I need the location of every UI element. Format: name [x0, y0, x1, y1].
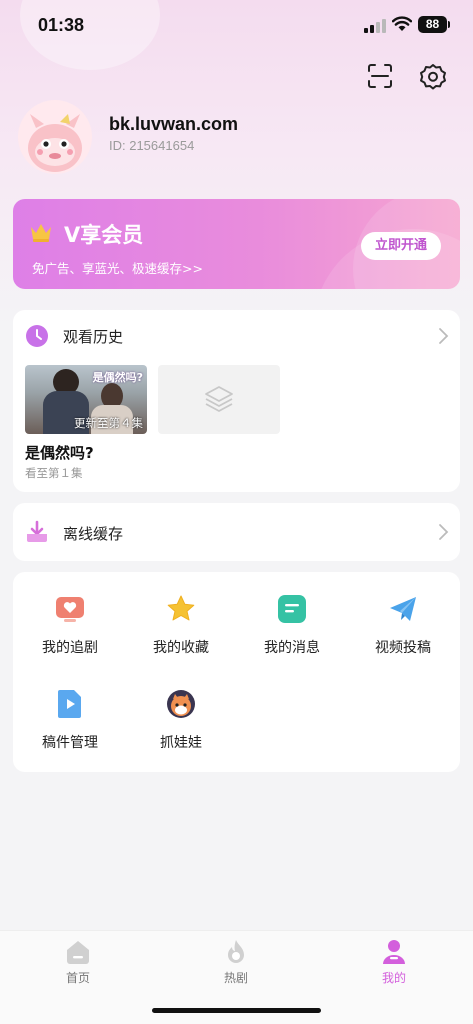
cartoon-avatar-icon [28, 114, 82, 172]
grid-item-label: 我的收藏 [153, 640, 209, 656]
star-icon [167, 595, 195, 621]
home-icon [67, 941, 89, 964]
grid-item-label: 我的消息 [264, 640, 320, 656]
grid-item-claw-machine[interactable]: 抓娃娃 [126, 689, 236, 769]
status-time: 01:38 [38, 15, 85, 35]
user-icon [383, 940, 405, 964]
status-bar: 01:38 88 [0, 0, 473, 52]
thumbnail-title: 是偶然吗? [92, 371, 143, 384]
watch-history-title[interactable]: 观看历史 [63, 326, 123, 347]
chevron-right-icon[interactable] [437, 523, 449, 541]
user-id: ID: 215641654 [109, 138, 195, 153]
crown-icon [31, 224, 51, 242]
watch-history-card: 观看历史 是偶然吗? 更新至第４集 是偶然吗? 看至第１集 [13, 310, 460, 492]
grid-item-my-drama[interactable]: 我的追剧 [15, 594, 125, 674]
battery-indicator: 88 [418, 16, 450, 33]
activate-vip-button[interactable]: 立即开通 [361, 232, 441, 260]
tab-label: 热剧 [223, 971, 248, 985]
history-placeholder[interactable] [158, 365, 280, 434]
wifi-icon [392, 16, 412, 31]
avatar[interactable] [18, 100, 92, 174]
show-title[interactable]: 是偶然吗? [25, 442, 94, 463]
episode-badge: 更新至第４集 [74, 416, 143, 430]
offline-cache-title: 离线缓存 [63, 525, 124, 543]
chevron-right-icon[interactable] [437, 327, 449, 345]
gear-icon[interactable] [419, 62, 447, 90]
download-icon [27, 520, 47, 542]
tab-mine[interactable]: 我的 [354, 939, 434, 989]
username: bk.luvwan.com [109, 114, 239, 134]
vip-title: V享会员 [64, 223, 144, 247]
grid-item-favorites[interactable]: 我的收藏 [126, 594, 236, 674]
feature-grid: 我的追剧 我的收藏 我的消息 视频投稿 稿件管理 抓娃娃 [13, 572, 460, 772]
home-indicator[interactable] [152, 1008, 321, 1013]
grid-item-label: 抓娃娃 [160, 735, 202, 751]
tab-home[interactable]: 首页 [38, 939, 118, 989]
history-thumbnail[interactable]: 是偶然吗? 更新至第４集 [25, 365, 147, 434]
grid-item-messages[interactable]: 我的消息 [237, 594, 347, 674]
vip-subtitle[interactable]: 免广告、享蓝光、极速缓存>> [32, 258, 203, 277]
message-icon [278, 595, 306, 623]
vip-banner[interactable]: V享会员 免广告、享蓝光、极速缓存>> 立即开通 [13, 199, 460, 289]
video-file-icon [58, 690, 81, 718]
tab-label: 首页 [65, 971, 90, 985]
clock-icon [26, 325, 48, 347]
grid-item-label: 稿件管理 [42, 735, 98, 751]
layers-icon [205, 386, 233, 412]
signal-icon [364, 19, 386, 33]
tab-hot-drama[interactable]: 热剧 [196, 939, 276, 989]
offline-cache-row[interactable]: 离线缓存 [13, 503, 460, 561]
grid-item-label: 视频投稿 [375, 640, 431, 656]
watch-progress: 看至第１集 [25, 466, 83, 480]
paper-plane-icon [390, 597, 416, 621]
tab-label: 我的 [381, 971, 406, 985]
tv-heart-icon [56, 597, 84, 622]
grid-item-manuscript[interactable]: 稿件管理 [15, 689, 125, 769]
grid-item-label: 我的追剧 [42, 640, 98, 656]
flame-icon [228, 940, 244, 963]
grid-item-video-submit[interactable]: 视频投稿 [348, 594, 458, 674]
scan-icon[interactable] [366, 62, 394, 90]
claw-doll-icon [167, 690, 195, 718]
